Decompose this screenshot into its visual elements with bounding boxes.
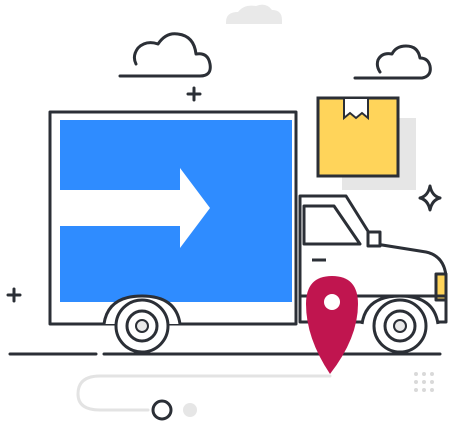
route-path: [76, 374, 332, 412]
plus-icon: [6, 287, 22, 303]
dot-grid-icon: [414, 372, 434, 392]
sparkle-icon: [418, 184, 442, 212]
route-dot: [151, 399, 197, 421]
wheel-icon: [102, 294, 182, 354]
cloud-icon: [353, 44, 432, 80]
map-pin-icon: [306, 276, 358, 374]
illustration-canvas: [6, 4, 448, 421]
wheel-icon: [360, 294, 440, 354]
cloud-icon: [226, 4, 282, 25]
delivery-illustration: [0, 0, 450, 433]
package-box-icon: [316, 96, 416, 190]
plus-icon: [186, 86, 202, 102]
cloud-icon: [118, 32, 212, 78]
